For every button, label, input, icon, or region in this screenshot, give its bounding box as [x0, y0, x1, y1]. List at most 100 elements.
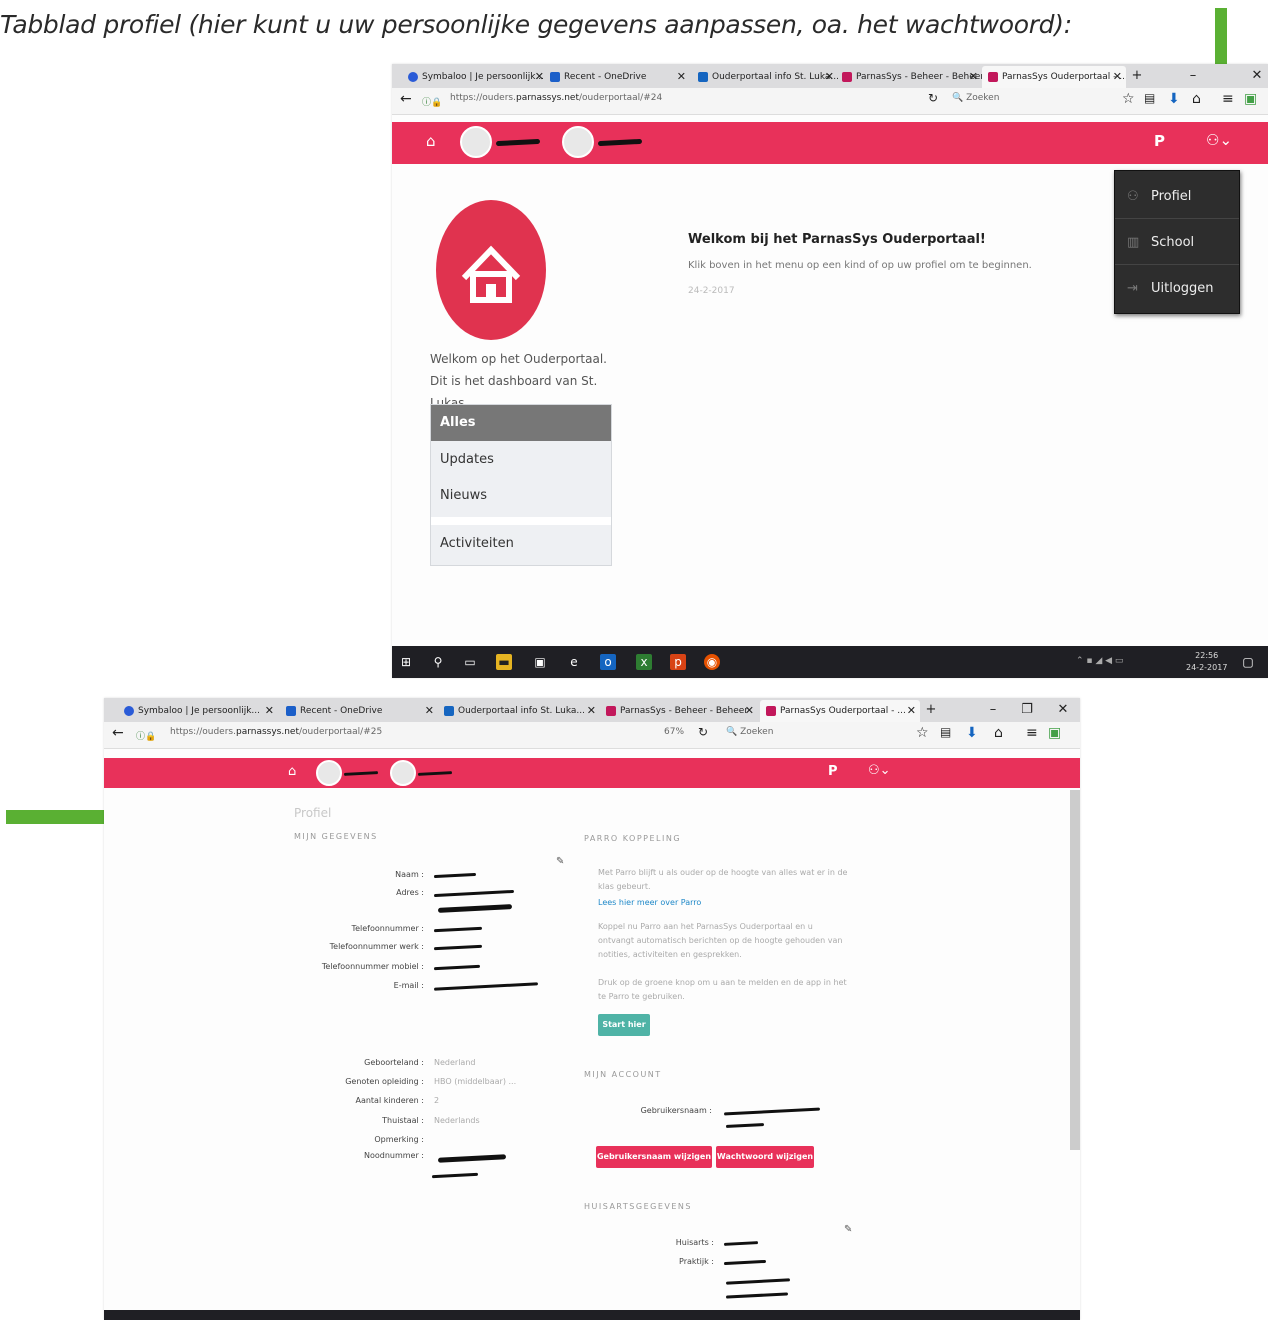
parro-info-link[interactable]: Lees hier meer over Parro	[598, 898, 701, 907]
browser-tab-active[interactable]: ParnasSys Ouderportaal - ... ✕	[982, 66, 1126, 88]
user-profile-icon[interactable]: ⚇⌄	[868, 763, 891, 778]
menu-item-profiel[interactable]: ⚇ Profiel	[1115, 175, 1239, 219]
school-logo	[436, 200, 546, 340]
edit-pencil-icon[interactable]: ✎	[556, 856, 564, 867]
address-field[interactable]: https://ouders.parnassys.net/ouderportaa…	[170, 727, 382, 737]
filter-activiteiten[interactable]: Activiteiten	[431, 529, 611, 559]
task-view-icon[interactable]: ▭	[462, 654, 478, 670]
redacted-value	[433, 872, 477, 879]
browser-tab[interactable]: Ouderportaal info St. Luka... ✕	[438, 700, 600, 722]
download-icon[interactable]: ⬇	[1168, 91, 1180, 107]
download-icon[interactable]: ⬇	[966, 725, 978, 741]
outlook-icon	[444, 705, 454, 716]
scrollbar[interactable]	[1070, 790, 1080, 1150]
reload-icon[interactable]: ↻	[698, 725, 708, 739]
portal-header: ⌂ P ⚇⌄	[104, 758, 1080, 788]
zoom-level[interactable]: 67%	[664, 727, 684, 737]
parro-icon[interactable]: P	[828, 764, 838, 779]
reload-icon[interactable]: ↻	[928, 91, 938, 105]
browser-tab[interactable]: ParnasSys - Beheer - Beheer ✕	[836, 66, 982, 88]
logout-icon: ⇥	[1127, 281, 1138, 296]
close-tab-icon[interactable]: ✕	[825, 66, 834, 88]
child-avatar[interactable]	[562, 126, 594, 158]
outlook-icon[interactable]: o	[600, 654, 616, 670]
clock: 22:56 24-2-2017	[1186, 651, 1228, 672]
label-aantal-kinderen: Aantal kinderen :	[355, 1096, 424, 1105]
browser-tab[interactable]: Symbaloo | Je persoonlijk... ✕	[402, 66, 548, 88]
menu-icon[interactable]: ≡	[1222, 91, 1234, 107]
back-arrow-icon[interactable]: ←	[400, 91, 412, 107]
extension-icon[interactable]: ▣	[1048, 725, 1061, 741]
extension-icon[interactable]: ▣	[1244, 91, 1257, 107]
reading-list-icon[interactable]: ▤	[940, 725, 951, 739]
search-field[interactable]: 🔍 Zoeken	[726, 727, 773, 737]
parro-icon[interactable]: P	[1154, 132, 1165, 150]
bookmark-star-icon[interactable]: ☆	[1122, 91, 1135, 107]
browser-tab-active[interactable]: ParnasSys Ouderportaal - ... ✕	[760, 700, 920, 722]
label-telefoon: Telefoonnummer :	[351, 924, 424, 933]
home-icon[interactable]: ⌂	[288, 764, 296, 779]
change-password-button[interactable]: Wachtwoord wijzigen	[716, 1146, 814, 1168]
close-tab-icon[interactable]: ✕	[745, 700, 754, 722]
symbaloo-icon	[408, 71, 418, 82]
minimize-button[interactable]: –	[982, 698, 1004, 722]
value-aantal-kinderen: 2	[434, 1096, 440, 1105]
back-arrow-icon[interactable]: ←	[112, 725, 124, 741]
user-profile-icon[interactable]: ⚇⌄	[1206, 131, 1232, 149]
maximize-button[interactable]: ❐	[1016, 698, 1038, 722]
browser-tab[interactable]: Ouderportaal info St. Luka... ✕	[692, 66, 838, 88]
child-avatar[interactable]	[316, 760, 342, 786]
close-tab-icon[interactable]: ✕	[587, 700, 596, 722]
powerpoint-icon[interactable]: p	[670, 654, 686, 670]
close-tab-icon[interactable]: ✕	[425, 700, 434, 722]
edge-icon[interactable]: e	[566, 654, 582, 670]
browser-tab[interactable]: Symbaloo | Je persoonlijk... ✕	[118, 700, 278, 722]
browser-tab[interactable]: Recent - OneDrive ✕	[544, 66, 690, 88]
start-parro-button[interactable]: Start hier	[598, 1014, 650, 1036]
home-icon[interactable]: ⌂	[994, 725, 1003, 741]
filter-alles[interactable]: Alles	[431, 405, 611, 441]
tab-bar: Symbaloo | Je persoonlijk... ✕ Recent - O…	[104, 698, 1080, 722]
search-field[interactable]: 🔍 Zoeken	[952, 93, 999, 103]
filter-nieuws[interactable]: Nieuws	[431, 481, 611, 511]
redacted-value	[433, 889, 515, 898]
windows-taskbar	[104, 1310, 1080, 1320]
child-avatar[interactable]	[390, 760, 416, 786]
close-tab-icon[interactable]: ✕	[907, 700, 916, 722]
windows-start-icon[interactable]: ⊞	[398, 654, 414, 670]
bookmark-star-icon[interactable]: ☆	[916, 725, 929, 741]
menu-icon[interactable]: ≡	[1026, 725, 1038, 741]
store-icon[interactable]: ▣	[532, 654, 548, 670]
home-icon[interactable]: ⌂	[1192, 91, 1201, 107]
close-tab-icon[interactable]: ✕	[969, 66, 978, 88]
minimize-button[interactable]: –	[1182, 64, 1204, 88]
change-username-button[interactable]: Gebruikersnaam wijzigen	[596, 1146, 712, 1168]
menu-item-uitloggen[interactable]: ⇥ Uitloggen	[1115, 267, 1239, 311]
redacted-value	[437, 904, 513, 913]
browser-tab[interactable]: ParnasSys - Beheer - Beheer ✕	[600, 700, 758, 722]
filter-list: Alles Updates Nieuws Activiteiten	[430, 404, 612, 566]
excel-icon[interactable]: x	[636, 654, 652, 670]
reading-list-icon[interactable]: ▤	[1144, 91, 1155, 105]
close-tab-icon[interactable]: ✕	[265, 700, 274, 722]
browser-tab[interactable]: Recent - OneDrive ✕	[280, 700, 438, 722]
file-explorer-icon[interactable]: ▬	[496, 654, 512, 670]
close-tab-icon[interactable]: ✕	[677, 66, 686, 88]
edit-pencil-icon[interactable]: ✎	[844, 1224, 852, 1235]
address-field[interactable]: https://ouders.parnassys.net/ouderportaa…	[450, 93, 662, 103]
close-window-button[interactable]: ✕	[1246, 64, 1268, 88]
firefox-icon[interactable]: ◉	[704, 654, 720, 670]
filter-updates[interactable]: Updates	[431, 445, 611, 475]
new-tab-button[interactable]: +	[1126, 64, 1148, 88]
search-icon[interactable]: ⚲	[430, 654, 446, 670]
menu-item-school[interactable]: ▥ School	[1115, 221, 1239, 265]
notification-icon[interactable]: ▢	[1240, 654, 1256, 670]
onedrive-icon	[550, 71, 560, 82]
new-tab-button[interactable]: +	[920, 698, 942, 722]
child-avatar[interactable]	[460, 126, 492, 158]
redacted-value	[437, 1154, 507, 1163]
close-tab-icon[interactable]: ✕	[535, 66, 544, 88]
close-window-button[interactable]: ✕	[1052, 698, 1074, 722]
close-tab-icon[interactable]: ✕	[1113, 66, 1122, 88]
home-icon[interactable]: ⌂	[426, 132, 436, 150]
